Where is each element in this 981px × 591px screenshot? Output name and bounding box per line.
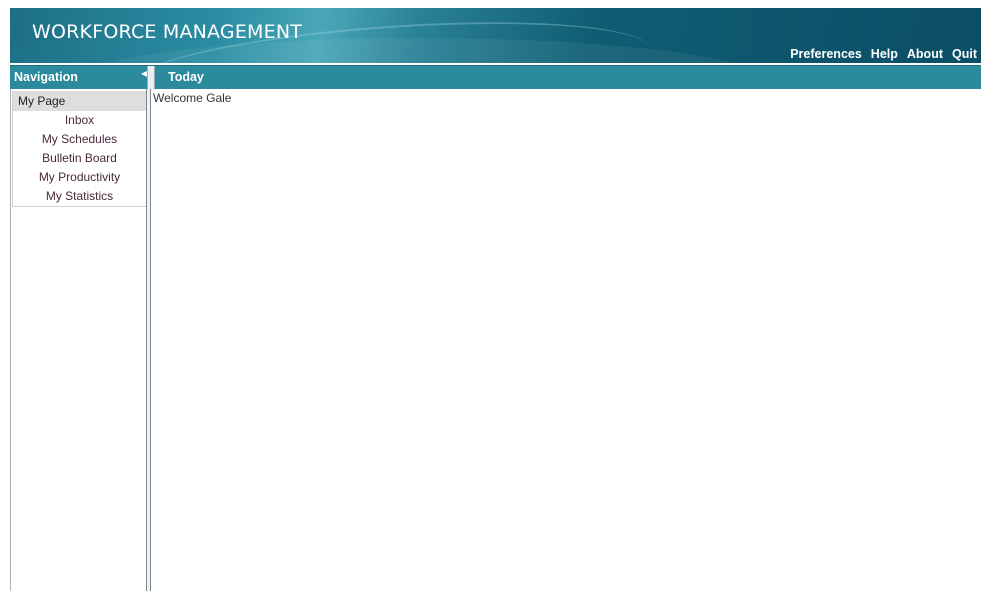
today-header: Today [168, 70, 204, 84]
navigation-sidebar: My Page Inbox My Schedules Bulletin Boar… [10, 89, 147, 591]
app-banner: WORKFORCE MANAGEMENT Preferences Help Ab… [10, 8, 981, 63]
help-link[interactable]: Help [871, 47, 898, 61]
quit-link[interactable]: Quit [952, 47, 977, 61]
main-content: Welcome Gale [152, 89, 981, 591]
app-title: WORKFORCE MANAGEMENT [32, 21, 303, 43]
section-header-bar: Navigation ◀ Today [10, 65, 981, 90]
sidebar-item-my-schedules[interactable]: My Schedules [13, 130, 146, 149]
nav-group-my-page: My Page Inbox My Schedules Bulletin Boar… [12, 91, 147, 207]
top-links: Preferences Help About Quit [790, 47, 977, 61]
about-link[interactable]: About [907, 47, 943, 61]
sidebar-splitter[interactable] [146, 89, 151, 591]
navigation-header: Navigation [14, 70, 78, 84]
sidebar-item-my-statistics[interactable]: My Statistics [13, 187, 146, 206]
sidebar-item-inbox[interactable]: Inbox [13, 111, 146, 130]
nav-group-title[interactable]: My Page [13, 91, 146, 111]
welcome-message: Welcome Gale [153, 91, 232, 105]
preferences-link[interactable]: Preferences [790, 47, 862, 61]
header-divider [147, 66, 155, 90]
sidebar-item-bulletin-board[interactable]: Bulletin Board [13, 149, 146, 168]
app-window: WORKFORCE MANAGEMENT Preferences Help Ab… [0, 0, 981, 591]
sidebar-item-my-productivity[interactable]: My Productivity [13, 168, 146, 187]
